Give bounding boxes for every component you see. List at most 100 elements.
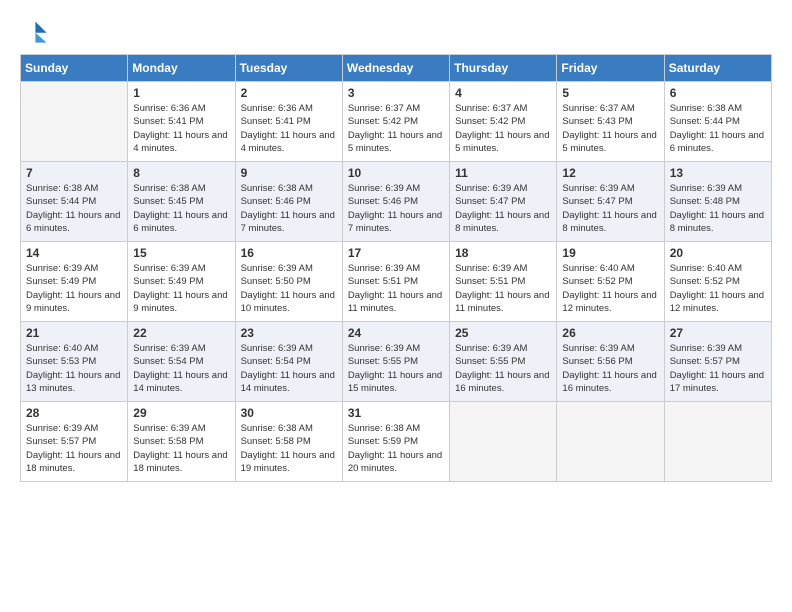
calendar-cell: 23Sunrise: 6:39 AMSunset: 5:54 PMDayligh… (235, 322, 342, 402)
calendar-week-row: 28 Sunrise: 6:39 AMSunset: 5:57 PMDayligh… (21, 402, 772, 482)
calendar-cell: 16Sunrise: 6:39 AMSunset: 5:50 PMDayligh… (235, 242, 342, 322)
calendar-cell: 18 Sunrise: 6:39 AMSunset: 5:51 PMDayligh… (450, 242, 557, 322)
header-friday: Friday (557, 55, 664, 82)
day-number: 29 (133, 406, 229, 420)
calendar-cell: 29 Sunrise: 6:39 AMSunset: 5:58 PMDayligh… (128, 402, 235, 482)
calendar-cell: 19 Sunrise: 6:40 AMSunset: 5:52 PMDayligh… (557, 242, 664, 322)
calendar-cell: 21 Sunrise: 6:40 AMSunset: 5:53 PMDayligh… (21, 322, 128, 402)
day-info: Sunrise: 6:37 AMSunset: 5:43 PMDaylight:… (562, 102, 658, 155)
calendar-cell (557, 402, 664, 482)
day-info: Sunrise: 6:39 AMSunset: 5:54 PMDaylight:… (241, 342, 337, 395)
calendar-cell: 9 Sunrise: 6:38 AMSunset: 5:46 PMDaylight… (235, 162, 342, 242)
day-info: Sunrise: 6:39 AMSunset: 5:58 PMDaylight:… (133, 422, 229, 475)
day-info: Sunrise: 6:38 AMSunset: 5:59 PMDaylight:… (348, 422, 444, 475)
day-info: Sunrise: 6:39 AMSunset: 5:57 PMDaylight:… (670, 342, 766, 395)
calendar-cell: 20 Sunrise: 6:40 AMSunset: 5:52 PMDayligh… (664, 242, 771, 322)
header-tuesday: Tuesday (235, 55, 342, 82)
calendar-cell: 7 Sunrise: 6:38 AMSunset: 5:44 PMDaylight… (21, 162, 128, 242)
calendar-cell: 15Sunrise: 6:39 AMSunset: 5:49 PMDayligh… (128, 242, 235, 322)
day-number: 9 (241, 166, 337, 180)
calendar-cell: 24 Sunrise: 6:39 AMSunset: 5:55 PMDayligh… (342, 322, 449, 402)
day-info: Sunrise: 6:38 AMSunset: 5:58 PMDaylight:… (241, 422, 337, 475)
calendar-week-row: 7 Sunrise: 6:38 AMSunset: 5:44 PMDaylight… (21, 162, 772, 242)
calendar-cell: 14Sunrise: 6:39 AMSunset: 5:49 PMDayligh… (21, 242, 128, 322)
calendar-cell: 26Sunrise: 6:39 AMSunset: 5:56 PMDayligh… (557, 322, 664, 402)
calendar-cell: 10 Sunrise: 6:39 AMSunset: 5:46 PMDayligh… (342, 162, 449, 242)
day-number: 24 (348, 326, 444, 340)
day-number: 31 (348, 406, 444, 420)
header-wednesday: Wednesday (342, 55, 449, 82)
calendar-cell: 8Sunrise: 6:38 AMSunset: 5:45 PMDaylight… (128, 162, 235, 242)
day-info: Sunrise: 6:39 AMSunset: 5:56 PMDaylight:… (562, 342, 658, 395)
day-number: 4 (455, 86, 551, 100)
day-number: 10 (348, 166, 444, 180)
day-number: 6 (670, 86, 766, 100)
day-number: 18 (455, 246, 551, 260)
day-info: Sunrise: 6:39 AMSunset: 5:47 PMDaylight:… (562, 182, 658, 235)
calendar-cell: 30 Sunrise: 6:38 AMSunset: 5:58 PMDayligh… (235, 402, 342, 482)
calendar-cell: 11 Sunrise: 6:39 AMSunset: 5:47 PMDayligh… (450, 162, 557, 242)
logo (20, 16, 52, 44)
day-info: Sunrise: 6:39 AMSunset: 5:47 PMDaylight:… (455, 182, 551, 235)
calendar-cell: 27 Sunrise: 6:39 AMSunset: 5:57 PMDayligh… (664, 322, 771, 402)
header-saturday: Saturday (664, 55, 771, 82)
calendar-cell: 5 Sunrise: 6:37 AMSunset: 5:43 PMDaylight… (557, 82, 664, 162)
day-info: Sunrise: 6:38 AMSunset: 5:46 PMDaylight:… (241, 182, 337, 235)
day-number: 20 (670, 246, 766, 260)
day-info: Sunrise: 6:38 AMSunset: 5:45 PMDaylight:… (133, 182, 229, 235)
calendar-cell: 6 Sunrise: 6:38 AMSunset: 5:44 PMDaylight… (664, 82, 771, 162)
calendar-cell: 31 Sunrise: 6:38 AMSunset: 5:59 PMDayligh… (342, 402, 449, 482)
day-number: 30 (241, 406, 337, 420)
day-number: 27 (670, 326, 766, 340)
calendar-week-row: 14Sunrise: 6:39 AMSunset: 5:49 PMDayligh… (21, 242, 772, 322)
day-info: Sunrise: 6:40 AMSunset: 5:52 PMDaylight:… (562, 262, 658, 315)
calendar-cell: 13 Sunrise: 6:39 AMSunset: 5:48 PMDayligh… (664, 162, 771, 242)
day-info: Sunrise: 6:39 AMSunset: 5:55 PMDaylight:… (348, 342, 444, 395)
calendar-table: SundayMondayTuesdayWednesdayThursdayFrid… (20, 54, 772, 482)
day-number: 21 (26, 326, 122, 340)
calendar-cell: 28 Sunrise: 6:39 AMSunset: 5:57 PMDayligh… (21, 402, 128, 482)
day-number: 2 (241, 86, 337, 100)
calendar-cell (21, 82, 128, 162)
day-info: Sunrise: 6:38 AMSunset: 5:44 PMDaylight:… (670, 102, 766, 155)
day-info: Sunrise: 6:39 AMSunset: 5:51 PMDaylight:… (348, 262, 444, 315)
calendar-week-row: 1 Sunrise: 6:36 AMSunset: 5:41 PMDaylight… (21, 82, 772, 162)
header-thursday: Thursday (450, 55, 557, 82)
header-sunday: Sunday (21, 55, 128, 82)
header-monday: Monday (128, 55, 235, 82)
day-number: 19 (562, 246, 658, 260)
day-number: 3 (348, 86, 444, 100)
calendar-cell: 4 Sunrise: 6:37 AMSunset: 5:42 PMDaylight… (450, 82, 557, 162)
calendar-cell: 1 Sunrise: 6:36 AMSunset: 5:41 PMDaylight… (128, 82, 235, 162)
day-number: 13 (670, 166, 766, 180)
day-info: Sunrise: 6:39 AMSunset: 5:50 PMDaylight:… (241, 262, 337, 315)
day-number: 28 (26, 406, 122, 420)
day-info: Sunrise: 6:39 AMSunset: 5:51 PMDaylight:… (455, 262, 551, 315)
day-info: Sunrise: 6:36 AMSunset: 5:41 PMDaylight:… (241, 102, 337, 155)
logo-icon (20, 16, 48, 44)
day-info: Sunrise: 6:39 AMSunset: 5:55 PMDaylight:… (455, 342, 551, 395)
day-info: Sunrise: 6:39 AMSunset: 5:46 PMDaylight:… (348, 182, 444, 235)
day-number: 11 (455, 166, 551, 180)
day-info: Sunrise: 6:38 AMSunset: 5:44 PMDaylight:… (26, 182, 122, 235)
day-number: 12 (562, 166, 658, 180)
day-info: Sunrise: 6:39 AMSunset: 5:48 PMDaylight:… (670, 182, 766, 235)
calendar-cell: 12 Sunrise: 6:39 AMSunset: 5:47 PMDayligh… (557, 162, 664, 242)
day-number: 7 (26, 166, 122, 180)
day-info: Sunrise: 6:36 AMSunset: 5:41 PMDaylight:… (133, 102, 229, 155)
day-number: 25 (455, 326, 551, 340)
calendar-header-row: SundayMondayTuesdayWednesdayThursdayFrid… (21, 55, 772, 82)
calendar-cell: 2 Sunrise: 6:36 AMSunset: 5:41 PMDaylight… (235, 82, 342, 162)
day-number: 1 (133, 86, 229, 100)
day-info: Sunrise: 6:39 AMSunset: 5:57 PMDaylight:… (26, 422, 122, 475)
day-info: Sunrise: 6:37 AMSunset: 5:42 PMDaylight:… (455, 102, 551, 155)
day-info: Sunrise: 6:40 AMSunset: 5:53 PMDaylight:… (26, 342, 122, 395)
calendar-cell (664, 402, 771, 482)
day-info: Sunrise: 6:40 AMSunset: 5:52 PMDaylight:… (670, 262, 766, 315)
calendar-cell (450, 402, 557, 482)
day-number: 5 (562, 86, 658, 100)
header (20, 16, 772, 44)
day-number: 17 (348, 246, 444, 260)
day-number: 22 (133, 326, 229, 340)
calendar-week-row: 21 Sunrise: 6:40 AMSunset: 5:53 PMDayligh… (21, 322, 772, 402)
